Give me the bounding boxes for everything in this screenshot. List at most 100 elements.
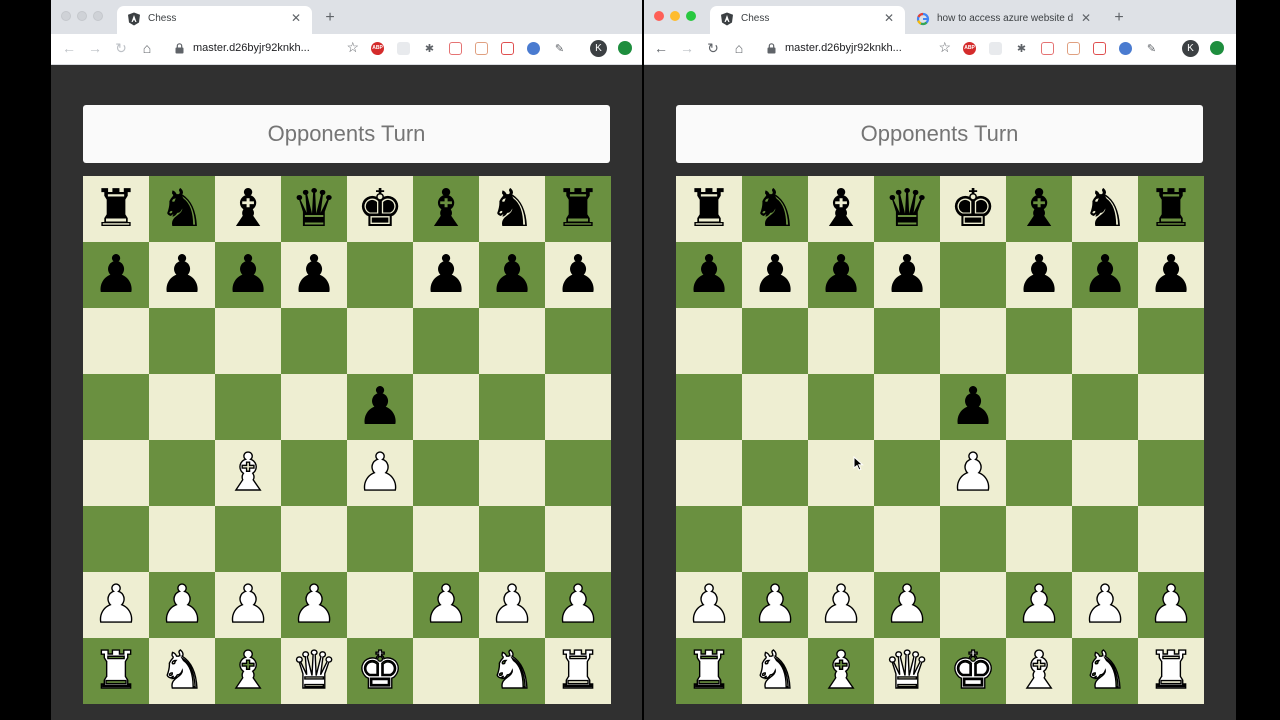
white-queen-piece[interactable]: ♛ [290, 644, 338, 697]
white-rook-piece[interactable]: ♜ [1147, 644, 1195, 697]
square-g1[interactable]: ♞ [1072, 638, 1138, 704]
white-pawn-piece[interactable]: ♟ [883, 578, 931, 631]
bug-icon[interactable]: ✱ [1015, 42, 1028, 55]
square-h4[interactable] [545, 440, 611, 506]
square-b7[interactable]: ♟ [742, 242, 808, 308]
black-pawn-piece[interactable]: ♟ [357, 381, 404, 433]
white-knight-piece[interactable]: ♞ [1081, 644, 1129, 697]
square-e1[interactable]: ♚ [347, 638, 413, 704]
extension-icon[interactable] [989, 42, 1002, 55]
square-f4[interactable] [1006, 440, 1072, 506]
black-pawn-piece[interactable]: ♟ [93, 249, 140, 301]
white-pawn-piece[interactable]: ♟ [422, 578, 470, 631]
white-knight-piece[interactable]: ♞ [158, 644, 206, 697]
white-pawn-piece[interactable]: ♟ [554, 578, 602, 631]
black-pawn-piece[interactable]: ♟ [159, 249, 206, 301]
square-a7[interactable]: ♟ [676, 242, 742, 308]
black-pawn-piece[interactable]: ♟ [291, 249, 338, 301]
square-b3[interactable] [742, 506, 808, 572]
square-c1[interactable]: ♝ [808, 638, 874, 704]
maximize-window-icon[interactable] [93, 11, 103, 21]
square-d7[interactable]: ♟ [874, 242, 940, 308]
wand-icon[interactable]: ✎ [553, 42, 566, 55]
white-king-piece[interactable]: ♚ [949, 644, 997, 697]
maximize-window-icon[interactable] [686, 11, 696, 21]
black-pawn-piece[interactable]: ♟ [225, 249, 272, 301]
close-window-icon[interactable] [61, 11, 71, 21]
black-bishop-piece[interactable]: ♝ [423, 183, 470, 235]
new-tab-button[interactable]: + [320, 9, 340, 27]
square-e5[interactable]: ♟ [940, 374, 1006, 440]
black-pawn-piece[interactable]: ♟ [752, 249, 799, 301]
extension-green-icon[interactable] [618, 41, 632, 55]
black-pawn-piece[interactable]: ♟ [423, 249, 470, 301]
white-rook-piece[interactable]: ♜ [92, 644, 140, 697]
square-h2[interactable]: ♟ [1138, 572, 1204, 638]
square-a6[interactable] [83, 308, 149, 374]
square-d6[interactable] [281, 308, 347, 374]
square-c8[interactable]: ♝ [215, 176, 281, 242]
black-bishop-piece[interactable]: ♝ [818, 183, 865, 235]
square-h7[interactable]: ♟ [1138, 242, 1204, 308]
white-bishop-piece[interactable]: ♝ [817, 644, 865, 697]
black-pawn-piece[interactable]: ♟ [489, 249, 536, 301]
white-pawn-piece[interactable]: ♟ [158, 578, 206, 631]
square-h6[interactable] [1138, 308, 1204, 374]
profile-avatar[interactable]: K [1182, 40, 1199, 57]
square-b4[interactable] [149, 440, 215, 506]
adblock-plus-icon[interactable]: ABP [963, 42, 976, 55]
square-h3[interactable] [545, 506, 611, 572]
reload-icon[interactable]: ↻ [112, 39, 130, 57]
square-a7[interactable]: ♟ [83, 242, 149, 308]
white-knight-piece[interactable]: ♞ [488, 644, 536, 697]
square-f8[interactable]: ♝ [1006, 176, 1072, 242]
square-g4[interactable] [479, 440, 545, 506]
white-queen-piece[interactable]: ♛ [883, 644, 931, 697]
white-pawn-piece[interactable]: ♟ [1015, 578, 1063, 631]
square-c7[interactable]: ♟ [808, 242, 874, 308]
black-pawn-piece[interactable]: ♟ [686, 249, 733, 301]
adblock-plus-icon[interactable]: ABP [371, 42, 384, 55]
square-e6[interactable] [940, 308, 1006, 374]
close-tab-icon[interactable]: ✕ [882, 11, 896, 25]
profile-avatar[interactable]: K [590, 40, 607, 57]
square-h4[interactable] [1138, 440, 1204, 506]
square-b1[interactable]: ♞ [742, 638, 808, 704]
square-d5[interactable] [281, 374, 347, 440]
black-pawn-piece[interactable]: ♟ [818, 249, 865, 301]
square-b7[interactable]: ♟ [149, 242, 215, 308]
black-pawn-piece[interactable]: ♟ [1148, 249, 1195, 301]
white-pawn-piece[interactable]: ♟ [1147, 578, 1195, 631]
square-c3[interactable] [215, 506, 281, 572]
square-g6[interactable] [479, 308, 545, 374]
square-g3[interactable] [1072, 506, 1138, 572]
white-pawn-piece[interactable]: ♟ [949, 446, 997, 499]
white-pawn-piece[interactable]: ♟ [356, 446, 404, 499]
square-a8[interactable]: ♜ [83, 176, 149, 242]
black-pawn-piece[interactable]: ♟ [950, 381, 997, 433]
square-b8[interactable]: ♞ [149, 176, 215, 242]
square-a5[interactable] [676, 374, 742, 440]
square-e2[interactable] [347, 572, 413, 638]
reload-icon[interactable]: ↻ [704, 39, 722, 57]
square-c3[interactable] [808, 506, 874, 572]
square-g2[interactable]: ♟ [479, 572, 545, 638]
square-e4[interactable]: ♟ [347, 440, 413, 506]
close-window-icon[interactable] [654, 11, 664, 21]
square-b5[interactable] [742, 374, 808, 440]
grid-icon[interactable] [501, 42, 514, 55]
black-pawn-piece[interactable]: ♟ [1016, 249, 1063, 301]
square-h3[interactable] [1138, 506, 1204, 572]
square-d8[interactable]: ♛ [874, 176, 940, 242]
square-d7[interactable]: ♟ [281, 242, 347, 308]
white-knight-piece[interactable]: ♞ [751, 644, 799, 697]
square-e7[interactable] [940, 242, 1006, 308]
square-g3[interactable] [479, 506, 545, 572]
black-rook-piece[interactable]: ♜ [1148, 183, 1195, 235]
square-a5[interactable] [83, 374, 149, 440]
square-h5[interactable] [1138, 374, 1204, 440]
square-d1[interactable]: ♛ [281, 638, 347, 704]
square-f2[interactable]: ♟ [1006, 572, 1072, 638]
square-g8[interactable]: ♞ [1072, 176, 1138, 242]
square-b5[interactable] [149, 374, 215, 440]
